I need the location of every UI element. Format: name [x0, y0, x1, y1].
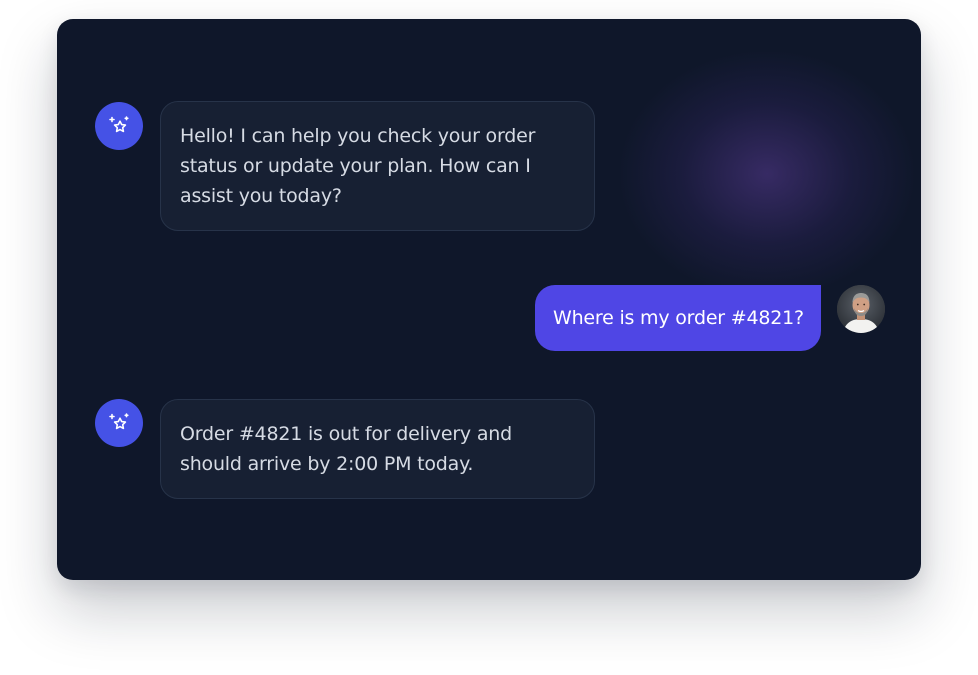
assistant-message: Order #4821 is out for delivery and shou… — [160, 399, 595, 499]
assistant-message-text: Hello! I can help you check your order s… — [180, 125, 536, 207]
user-photo-icon — [837, 285, 885, 333]
assistant-message: Hello! I can help you check your order s… — [160, 101, 595, 231]
chat-window: Hello! I can help you check your order s… — [57, 19, 921, 580]
user-avatar — [837, 285, 885, 333]
user-message-text: Where is my order #4821? — [553, 307, 804, 329]
sparkle-star-icon — [107, 411, 131, 435]
background-glow — [617, 49, 917, 299]
page: Hello! I can help you check your order s… — [0, 0, 978, 675]
sparkle-star-icon — [107, 114, 131, 138]
assistant-message-text: Order #4821 is out for delivery and shou… — [180, 423, 512, 475]
assistant-avatar — [95, 399, 143, 447]
user-message: Where is my order #4821? — [535, 285, 821, 351]
assistant-avatar — [95, 102, 143, 150]
